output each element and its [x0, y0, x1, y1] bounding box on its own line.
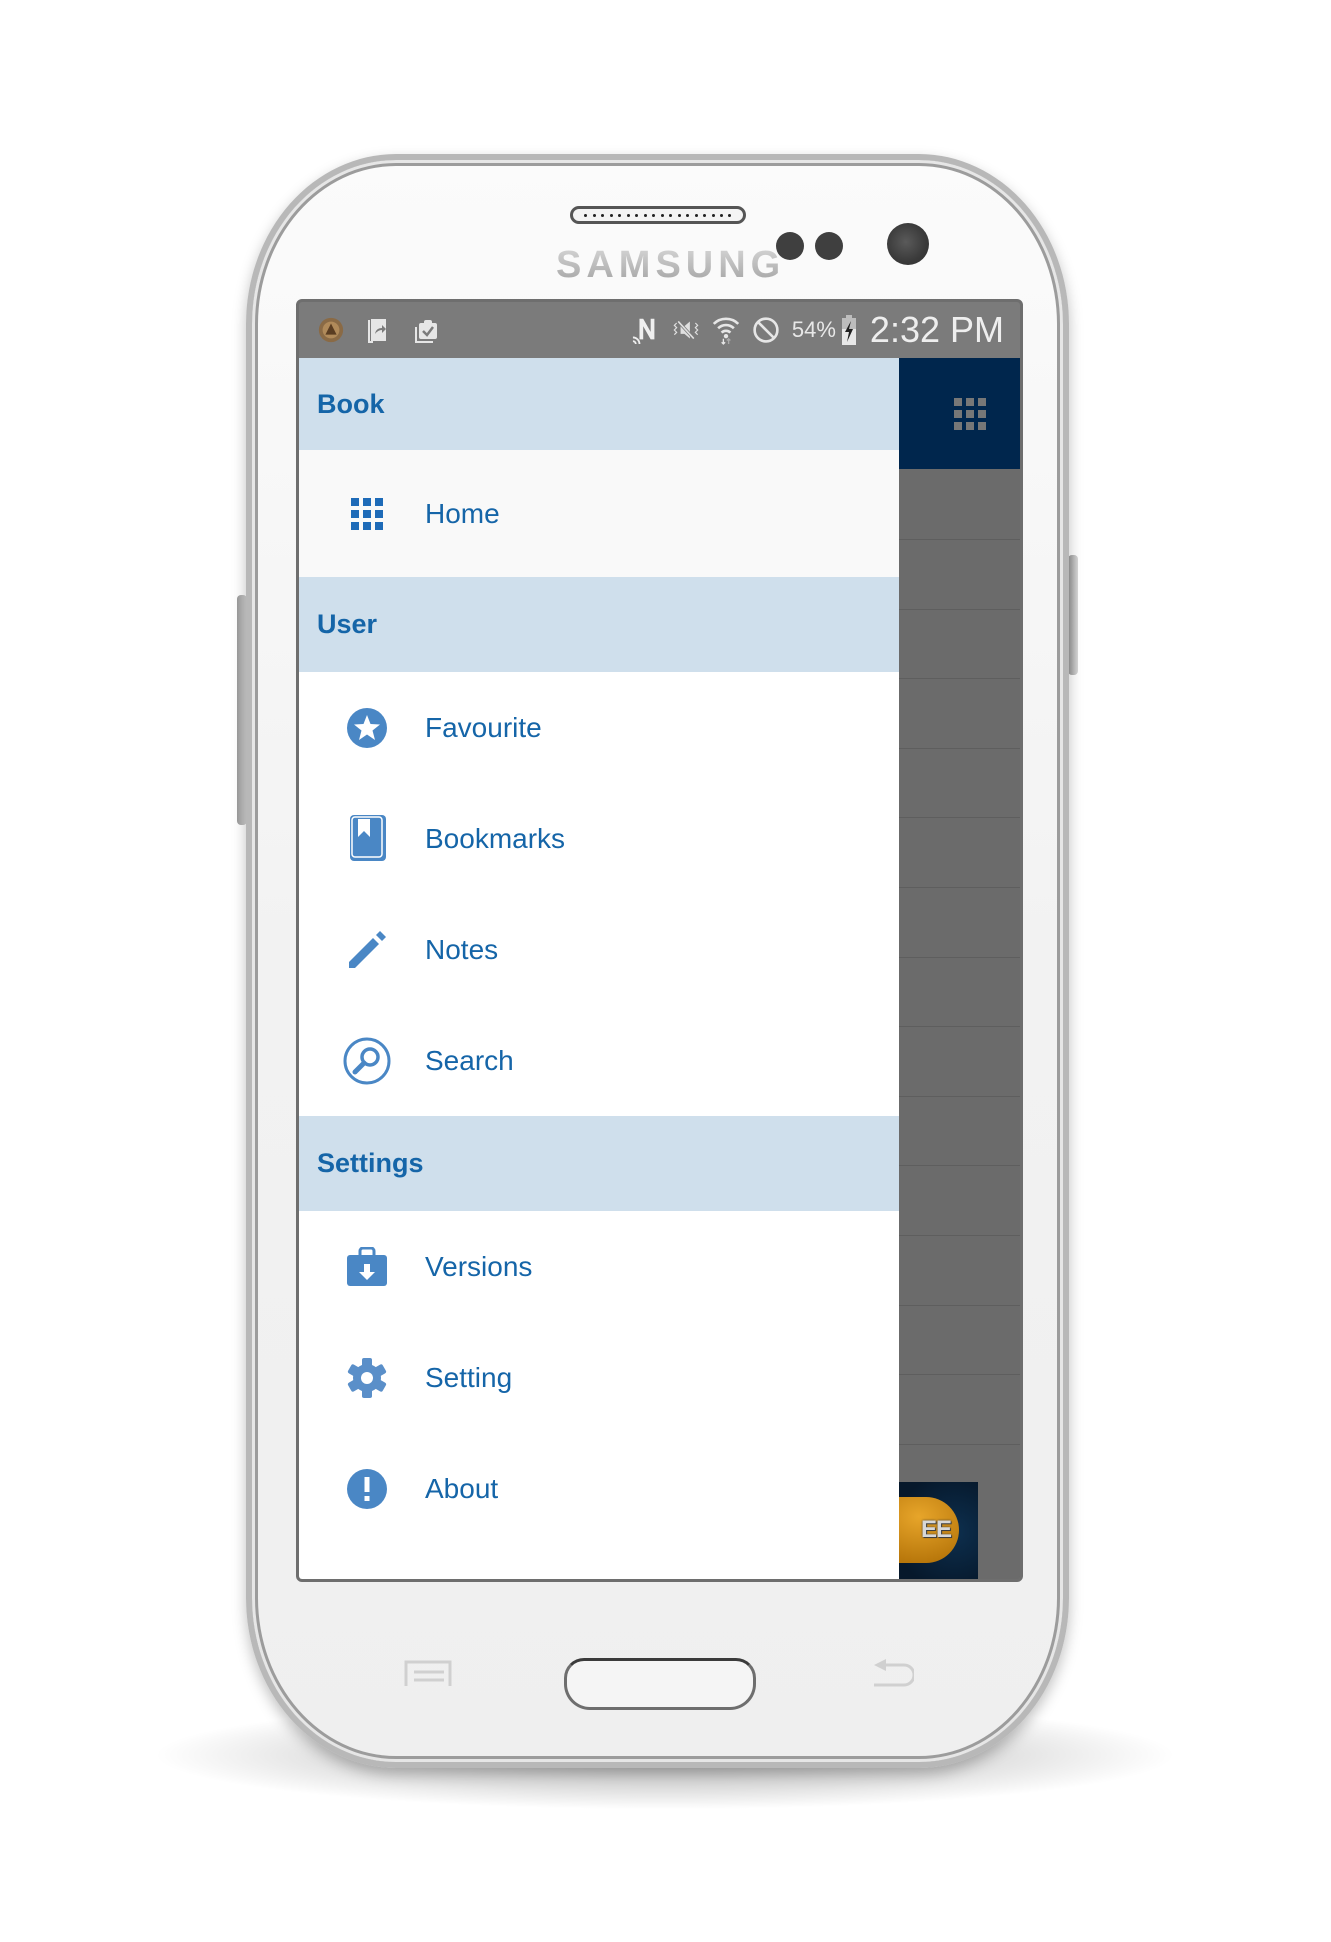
drawer-item-versions[interactable]: Versions [299, 1211, 899, 1322]
star-circle-icon [339, 700, 395, 756]
ad-free-badge: EE [899, 1497, 959, 1563]
grid-icon [339, 486, 395, 542]
drawer-item-bookmarks[interactable]: Bookmarks [299, 783, 899, 894]
screen-share-icon [365, 316, 393, 344]
nfc-icon [632, 316, 660, 345]
drawer-item-label: Home [425, 497, 500, 529]
list-divider [899, 1444, 1020, 1445]
drawer-item-about[interactable]: About [299, 1433, 899, 1544]
phone-screen: 54% 2:32 PM EE Book Home User Favourite … [296, 299, 1023, 1582]
status-bar: 54% 2:32 PM [299, 302, 1020, 358]
drawer-item-notes[interactable]: Notes [299, 894, 899, 1005]
list-divider [899, 539, 1020, 540]
earpiece-speaker [570, 206, 746, 224]
drawer-item-search[interactable]: Search [299, 1005, 899, 1116]
section-header-book: Book [299, 358, 899, 450]
grid-menu-icon[interactable] [954, 398, 986, 435]
drawer-item-label: Versions [425, 1250, 533, 1282]
power-button [1068, 555, 1078, 675]
list-divider [899, 887, 1020, 888]
list-divider [899, 609, 1020, 610]
section-header-user: User [299, 577, 899, 672]
list-divider [899, 1096, 1020, 1097]
drawer-item-label: Bookmarks [425, 822, 566, 854]
list-divider [899, 748, 1020, 749]
list-divider [899, 1374, 1020, 1375]
drawer-item-favourite[interactable]: Favourite [299, 672, 899, 783]
drawer-item-label: Notes [425, 933, 499, 965]
search-circle-icon [339, 1033, 395, 1089]
drawer-item-label: Search [425, 1044, 514, 1076]
list-divider [899, 1026, 1020, 1027]
light-sensor [815, 232, 843, 260]
navigation-drawer: Book Home User Favourite Bookmarks Notes… [299, 358, 899, 1579]
battery-charging-icon [840, 315, 858, 345]
drawer-item-label: Favourite [425, 711, 542, 743]
list-divider [899, 1235, 1020, 1236]
info-exclamation-icon [339, 1461, 395, 1517]
pencil-icon [339, 922, 395, 978]
list-divider [899, 957, 1020, 958]
battery-percent: 54% [791, 317, 836, 342]
vibrate-mute-icon [672, 316, 700, 344]
section-header-settings: Settings [299, 1116, 899, 1211]
back-key-icon[interactable] [872, 1659, 916, 1689]
app-notification-icon [317, 316, 345, 344]
background-content-list [899, 469, 1020, 1579]
drawer-item-label: About [425, 1472, 499, 1504]
bookmark-book-icon [339, 811, 395, 867]
wifi-icon [712, 316, 740, 345]
list-divider [899, 678, 1020, 679]
brand-logo: SAMSUNG [556, 244, 786, 286]
list-divider [899, 1165, 1020, 1166]
gear-icon [339, 1350, 395, 1406]
list-divider [899, 1305, 1020, 1306]
clipboard-check-icon [413, 316, 441, 344]
app-toolbar [899, 358, 1020, 469]
ad-banner[interactable]: EE [899, 1482, 978, 1579]
do-not-disturb-icon [752, 316, 780, 344]
briefcase-download-icon [339, 1239, 395, 1295]
drawer-item-label: Setting [425, 1361, 513, 1393]
front-camera [887, 223, 929, 265]
menu-key-icon[interactable] [404, 1660, 452, 1688]
home-key[interactable] [564, 1658, 756, 1710]
list-divider [899, 817, 1020, 818]
drawer-item-setting[interactable]: Setting [299, 1322, 899, 1433]
status-time: 2:32 PM [869, 309, 1004, 350]
drawer-item-home[interactable]: Home [299, 450, 899, 577]
